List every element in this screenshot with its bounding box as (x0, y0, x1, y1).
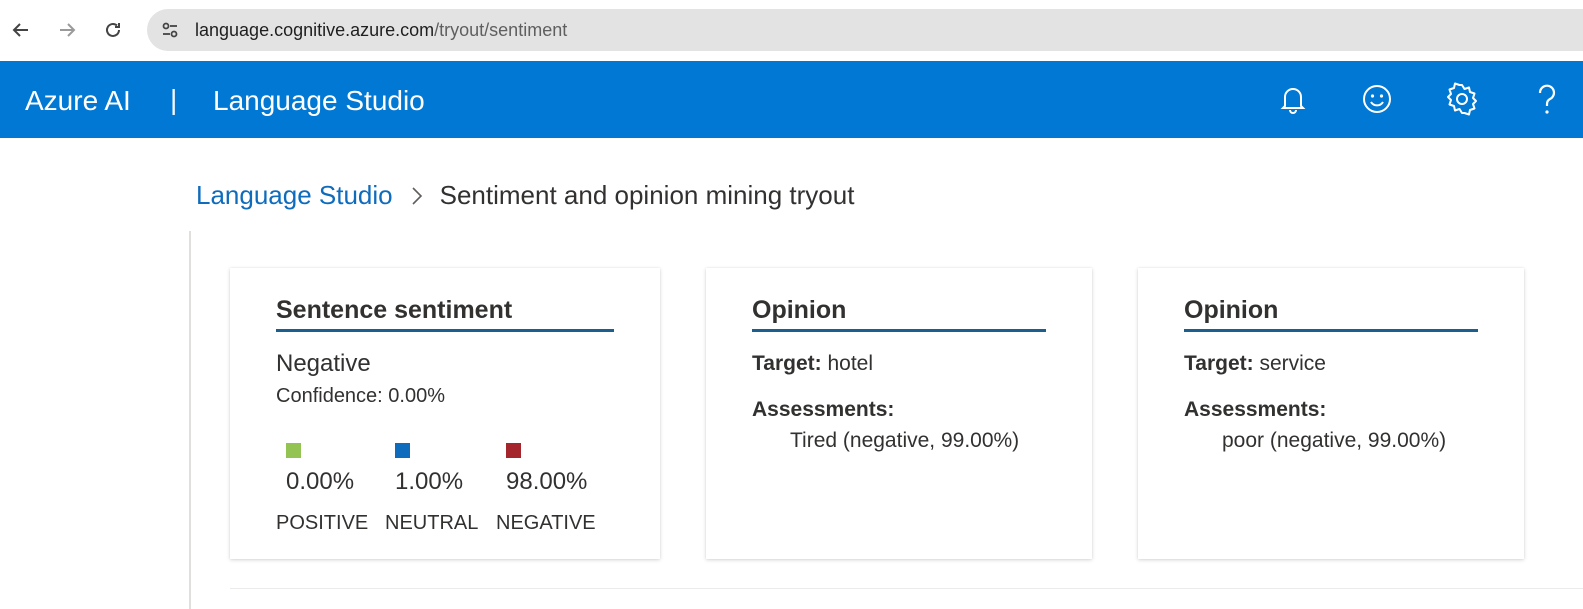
card-title: Sentence sentiment (276, 296, 614, 332)
assessment-item: Tired (negative, 99.00%) (790, 429, 1020, 452)
positive-swatch (286, 443, 301, 458)
url-text: language.cognitive.azure.com/tryout/sent… (195, 20, 567, 41)
target-value: service (1259, 352, 1326, 375)
notifications-button[interactable] (1275, 81, 1311, 117)
card-title: Opinion (1184, 296, 1478, 332)
opinion-card: Opinion Target: hotel Assessments: Tired… (706, 268, 1092, 559)
score-neutral: 1.00% NEUTRAL (385, 443, 478, 535)
confidence-text: Confidence: 0.00% (276, 385, 446, 407)
score-percent: 98.00% (506, 468, 588, 495)
back-button[interactable] (5, 14, 37, 46)
assessments-key: Assessments: (1184, 398, 1327, 421)
score-label: NEGATIVE (496, 512, 596, 534)
card-title: Opinion (752, 296, 1046, 332)
target-value: hotel (827, 352, 874, 375)
app-header: Azure AI | Language Studio (0, 61, 1583, 138)
target-key: Target: (1184, 352, 1254, 375)
url-path: /tryout/sentiment (434, 20, 568, 40)
score-negative: 98.00% NEGATIVE (496, 443, 596, 535)
gear-icon (1447, 82, 1477, 116)
target-row: Target: service (1184, 352, 1326, 376)
browser-toolbar: language.cognitive.azure.com/tryout/sent… (0, 0, 1583, 61)
score-label: NEUTRAL (385, 512, 479, 534)
assessments-row: Assessments: (752, 398, 894, 422)
url-host: language.cognitive.azure.com (195, 20, 435, 40)
brand-name[interactable]: Azure AI (25, 85, 131, 117)
arrow-right-icon (60, 23, 76, 37)
breadcrumb: Language Studio Sentiment and opinion mi… (196, 180, 854, 211)
chevron-right-icon (411, 186, 423, 205)
breadcrumb-current: Sentiment and opinion mining tryout (439, 180, 855, 210)
brand-separator: | (170, 84, 178, 115)
bell-icon (1280, 88, 1306, 114)
assessments-row: Assessments: (1184, 398, 1326, 422)
score-label: POSITIVE (276, 512, 369, 534)
negative-swatch (506, 443, 521, 458)
forward-button[interactable] (51, 14, 83, 46)
score-percent: 1.00% (395, 468, 464, 495)
left-divider (189, 231, 191, 609)
site-info-icon[interactable] (160, 20, 180, 40)
assessment-item: poor (negative, 99.00%) (1222, 429, 1447, 452)
target-row: Target: hotel (752, 352, 873, 376)
help-button[interactable] (1529, 81, 1565, 117)
reload-icon (106, 22, 120, 37)
address-bar[interactable]: language.cognitive.azure.com/tryout/sent… (147, 9, 1583, 51)
sentiment-label: Negative (276, 350, 371, 377)
score-percent: 0.00% (286, 468, 355, 495)
sentence-sentiment-card: Sentence sentiment Negative Confidence: … (230, 268, 660, 559)
product-name[interactable]: Language Studio (213, 85, 425, 117)
feedback-smiley-icon (1363, 85, 1391, 113)
section-divider (230, 588, 1583, 589)
target-key: Target: (752, 352, 822, 375)
feedback-button[interactable] (1359, 81, 1395, 117)
breadcrumb-root-link[interactable]: Language Studio (196, 180, 393, 211)
arrow-left-icon (12, 23, 28, 37)
score-positive: 0.00% POSITIVE (276, 443, 368, 535)
reload-button[interactable] (97, 14, 129, 46)
settings-button[interactable] (1444, 81, 1480, 117)
neutral-swatch (395, 443, 410, 458)
help-icon (1538, 84, 1556, 114)
assessments-key: Assessments: (752, 398, 895, 421)
opinion-card: Opinion Target: service Assessments: poo… (1138, 268, 1524, 559)
